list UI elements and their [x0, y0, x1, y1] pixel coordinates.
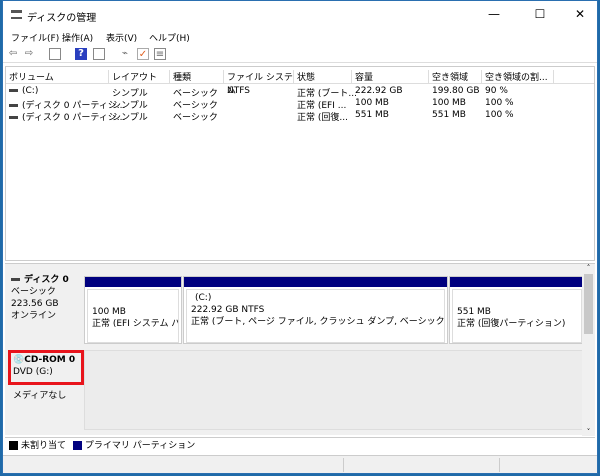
window-title: ディスクの管理 [27, 13, 97, 24]
partition-bar [450, 277, 584, 287]
cell-type: ベーシック [173, 113, 218, 123]
volume-icon [9, 116, 18, 119]
maximize-button[interactable]: ☐ [523, 5, 557, 23]
partition-label: (C:) [195, 293, 212, 303]
scroll-up-icon[interactable]: ˄ [582, 264, 595, 272]
partition-bar [85, 277, 181, 287]
partition-recovery[interactable]: 551 MB 正常 (回復パーティション) [449, 276, 585, 344]
forward-icon[interactable]: ⇨ [23, 48, 35, 60]
disk-management-window: ディスクの管理 — ☐ ✕ ファイル(F) 操作(A) 表示(V) ヘルプ(H)… [2, 0, 598, 474]
disk-management-icon [11, 10, 22, 19]
scrollbar-thumb[interactable] [584, 274, 593, 334]
cell-free-percent: 90 % [485, 86, 508, 96]
disk0-name: ディスク 0 [24, 275, 69, 285]
unallocated-swatch [9, 441, 18, 450]
partition-bar [184, 277, 447, 287]
action-pane-icon[interactable] [93, 48, 105, 60]
vertical-scrollbar[interactable]: ˄ ˅ [582, 264, 595, 436]
toolbar: ⇦ ⇨ ? ⌁ ✓ ≡ [3, 45, 597, 63]
column-status[interactable]: 状態 [294, 70, 352, 84]
column-volume[interactable]: ボリューム [6, 70, 109, 84]
partition-size: 551 MB [457, 307, 491, 317]
menu-file[interactable]: ファイル(F) [11, 31, 59, 44]
table-row[interactable]: (C:) シンプル ベーシック NTFS 正常 (ブート... 222.92 G… [6, 86, 594, 99]
title-bar: ディスクの管理 — ☐ ✕ [3, 1, 597, 29]
scroll-down-icon[interactable]: ˅ [582, 428, 595, 436]
partition-size: 222.92 GB NTFS [191, 305, 265, 315]
cdrom-label[interactable]: 💿CD-ROM 0 DVD (G:) メディアなし [8, 350, 84, 430]
legend-unallocated: 未割り当て [21, 441, 67, 451]
column-layout[interactable]: レイアウト [109, 70, 170, 84]
disk-icon [11, 278, 20, 281]
column-free-percent[interactable]: 空き領域の割... [482, 70, 554, 84]
column-type[interactable]: 種類 [170, 70, 224, 84]
legend: 未割り当て プライマリ パーティション [5, 437, 595, 453]
status-bar [3, 455, 597, 473]
partition-status: 正常 (回復パーティション) [457, 319, 566, 329]
column-filesystem[interactable]: ファイル システム [224, 70, 294, 96]
disk0-status: オンライン [11, 311, 57, 321]
cell-capacity: 222.92 GB [355, 86, 403, 96]
partition-status: 正常 (ブート, ページ ファイル, クラッシュ ダンプ, ベーシック データ … [191, 317, 445, 327]
cell-free: 100 MB [432, 98, 466, 108]
connect-icon[interactable]: ⌁ [119, 48, 131, 60]
cell-free: 199.80 GB [432, 86, 480, 96]
close-button[interactable]: ✕ [563, 5, 597, 23]
cell-free-percent: 100 % [485, 110, 514, 120]
column-capacity[interactable]: 容量 [352, 70, 429, 84]
disk-graphical-view: ディスク 0 ベーシック 223.56 GB オンライン 100 MB 正常 (E… [5, 263, 595, 436]
minimize-button[interactable]: — [477, 5, 511, 23]
disk0-size: 223.56 GB [11, 299, 59, 309]
cell-free: 551 MB [432, 110, 466, 120]
cell-volume: (C:) [22, 86, 39, 96]
console-tree-icon[interactable] [49, 48, 61, 60]
menu-bar: ファイル(F) 操作(A) 表示(V) ヘルプ(H) [3, 29, 597, 45]
cell-filesystem: NTFS [227, 86, 250, 96]
volume-list: ボリューム レイアウト 種類 ファイル システム 状態 容量 空き領域 空き領域… [5, 66, 595, 261]
cell-status: 正常 (回復... [297, 113, 348, 123]
menu-view[interactable]: 表示(V) [106, 31, 137, 44]
cell-free-percent: 100 % [485, 98, 514, 108]
table-row[interactable]: (ディスク 0 パーティシ... シンプル ベーシック 正常 (回復... 55… [6, 110, 594, 123]
menu-help[interactable]: ヘルプ(H) [149, 31, 190, 44]
partition-size: 100 MB [92, 307, 126, 317]
check-icon[interactable]: ✓ [137, 48, 149, 60]
partition-efi[interactable]: 100 MB 正常 (EFI システム パーティション) [84, 276, 182, 344]
cdrom-area[interactable] [84, 350, 586, 430]
back-icon[interactable]: ⇦ [7, 48, 19, 60]
primary-swatch [72, 441, 82, 450]
volume-icon [9, 89, 18, 92]
cell-capacity: 551 MB [355, 110, 389, 120]
volume-icon [9, 104, 18, 107]
column-free[interactable]: 空き領域 [429, 70, 482, 84]
partition-c[interactable]: (C:) 222.92 GB NTFS 正常 (ブート, ページ ファイル, クラッ… [183, 276, 448, 344]
cdrom-media: メディアなし [13, 391, 67, 401]
disk0-type: ベーシック [11, 287, 56, 297]
menu-action[interactable]: 操作(A) [62, 31, 93, 44]
cell-capacity: 100 MB [355, 98, 389, 108]
volume-list-header: ボリューム レイアウト 種類 ファイル システム 状態 容量 空き領域 空き領域… [6, 67, 594, 96]
partition-status: 正常 (EFI システム パーティション) [92, 319, 178, 329]
highlight-box [8, 350, 84, 385]
legend-primary: プライマリ パーティション [84, 441, 196, 451]
disk0-label[interactable]: ディスク 0 ベーシック 223.56 GB オンライン [9, 272, 83, 346]
help-icon[interactable]: ? [75, 48, 87, 60]
table-row[interactable]: (ディスク 0 パーティシ... シンプル ベーシック 正常 (EFI ... … [6, 98, 594, 111]
cell-layout: シンプル [112, 113, 148, 123]
properties-icon[interactable]: ≡ [154, 48, 166, 60]
